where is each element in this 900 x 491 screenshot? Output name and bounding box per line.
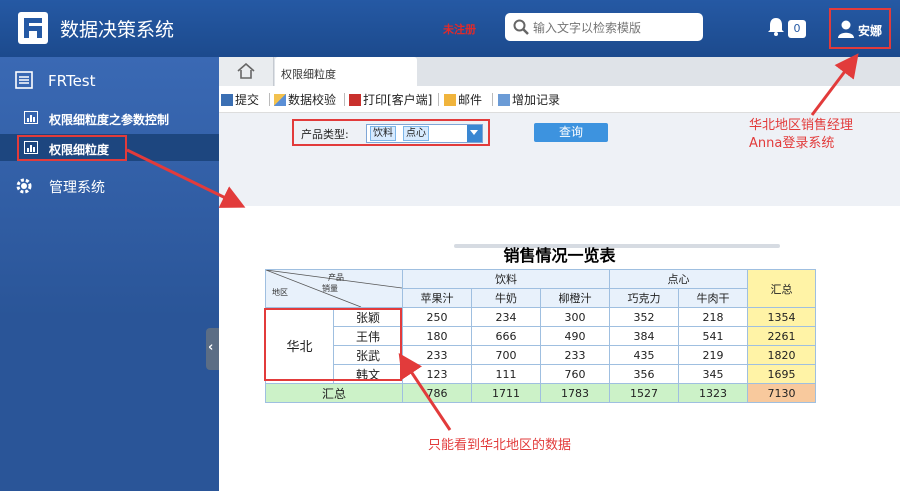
arrow-to-region-box — [398, 353, 452, 431]
arrow-to-sidebar-item — [126, 148, 246, 208]
annotation-arrows — [126, 53, 859, 431]
arrow-to-user-menu — [810, 53, 859, 116]
